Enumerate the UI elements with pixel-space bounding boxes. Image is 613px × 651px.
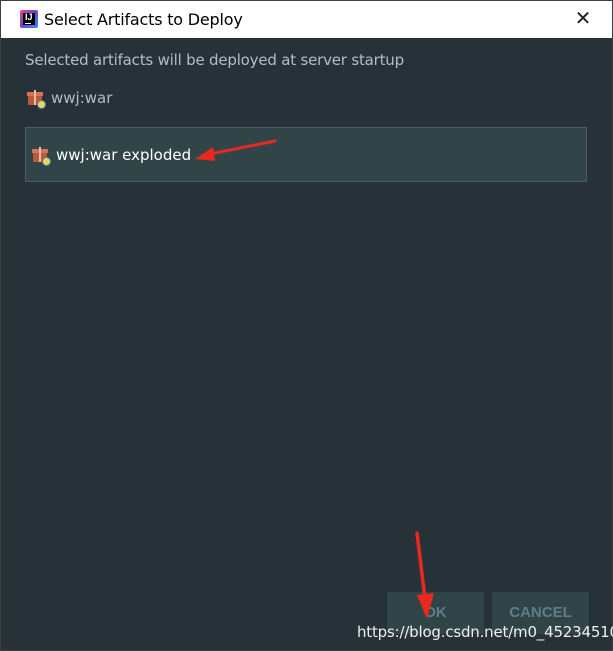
title-bar: IJ Select Artifacts to Deploy ✕ <box>1 1 612 38</box>
artifact-label: wwj:war exploded <box>56 146 192 164</box>
intellij-idea-icon: IJ <box>20 10 38 28</box>
artifact-item-war-exploded[interactable]: wwj:war exploded <box>32 146 192 166</box>
close-icon: ✕ <box>574 8 592 30</box>
artifact-label: wwj:war <box>51 89 113 107</box>
select-artifacts-dialog: IJ Select Artifacts to Deploy ✕ Selected… <box>0 0 613 651</box>
annotation-arrow-icon <box>415 531 434 619</box>
artifact-item-war[interactable]: wwj:war <box>27 89 113 109</box>
dialog-title: Select Artifacts to Deploy <box>44 10 243 29</box>
watermark-text: https://blog.csdn.net/m0_45234510 <box>357 623 613 641</box>
artifact-gift-icon <box>27 89 46 109</box>
close-button[interactable]: ✕ <box>572 8 594 30</box>
description-text: Selected artifacts will be deployed at s… <box>25 51 404 69</box>
artifact-gift-icon <box>32 146 51 166</box>
annotation-arrow-icon <box>195 139 277 161</box>
